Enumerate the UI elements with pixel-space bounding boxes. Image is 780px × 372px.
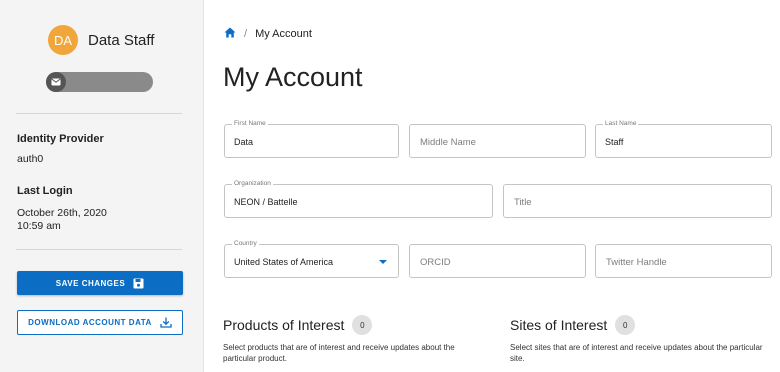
divider	[16, 113, 182, 114]
avatar: DA	[48, 25, 78, 55]
twitter-handle-field[interactable]: Twitter Handle	[595, 244, 772, 278]
save-icon	[133, 278, 144, 289]
products-of-interest-description: Select products that are of interest and…	[223, 343, 455, 363]
products-of-interest-title: Products of Interest	[223, 317, 345, 333]
divider	[16, 249, 182, 250]
last-name-field[interactable]: Last Name Staff	[595, 120, 772, 158]
last-login-time: 10:59 am	[17, 220, 61, 232]
last-login-date: October 26th, 2020	[17, 207, 107, 219]
country-value: United States of America	[234, 257, 334, 267]
sites-of-interest-heading: Sites of Interest 0	[510, 315, 636, 335]
breadcrumb-separator: /	[244, 28, 248, 40]
mail-icon	[46, 72, 66, 92]
identity-provider-label: Identity Provider	[17, 133, 104, 145]
email-chip	[46, 72, 153, 92]
country-select[interactable]: Country United States of America	[224, 240, 399, 278]
download-icon	[160, 317, 172, 328]
breadcrumb-current: My Account	[255, 28, 312, 40]
download-account-data-button[interactable]: DOWNLOAD ACCOUNT DATA	[17, 310, 183, 335]
sites-of-interest-title: Sites of Interest	[510, 317, 608, 333]
title-placeholder: Title	[514, 197, 532, 208]
products-count-badge: 0	[352, 315, 373, 335]
first-name-label: First Name	[232, 120, 268, 128]
sites-of-interest-description: Select sites that are of interest and re…	[510, 343, 763, 363]
user-header: DA Data Staff	[48, 25, 154, 55]
home-icon[interactable]	[224, 27, 236, 41]
organization-value: NEON / Battelle	[234, 197, 298, 207]
download-account-data-label: DOWNLOAD ACCOUNT DATA	[28, 318, 152, 327]
identity-provider-value: auth0	[17, 153, 44, 165]
save-changes-button[interactable]: SAVE CHANGES	[17, 271, 183, 295]
last-login-label: Last Login	[17, 185, 73, 197]
save-changes-label: SAVE CHANGES	[55, 278, 126, 288]
chevron-down-icon	[379, 260, 387, 264]
breadcrumb: / My Account	[224, 27, 312, 41]
sidebar: DA Data Staff Identity Provider auth0 La…	[0, 0, 204, 372]
country-label: Country	[232, 240, 259, 248]
organization-label: Organization	[232, 180, 273, 188]
sites-count-badge: 0	[615, 315, 636, 335]
organization-field[interactable]: Organization NEON / Battelle	[224, 180, 493, 218]
last-name-value: Staff	[605, 137, 624, 147]
first-name-field[interactable]: First Name Data	[224, 120, 399, 158]
middle-name-field[interactable]: Middle Name	[409, 124, 586, 158]
products-of-interest-heading: Products of Interest 0	[223, 315, 373, 335]
middle-name-placeholder: Middle Name	[420, 137, 476, 148]
orcid-placeholder: ORCID	[420, 257, 451, 268]
orcid-field[interactable]: ORCID	[409, 244, 586, 278]
page-title: My Account	[223, 62, 363, 92]
user-name: Data Staff	[88, 31, 155, 49]
title-field[interactable]: Title	[503, 184, 772, 218]
twitter-handle-placeholder: Twitter Handle	[606, 257, 667, 268]
first-name-value: Data	[234, 137, 254, 147]
last-name-label: Last Name	[603, 120, 639, 128]
